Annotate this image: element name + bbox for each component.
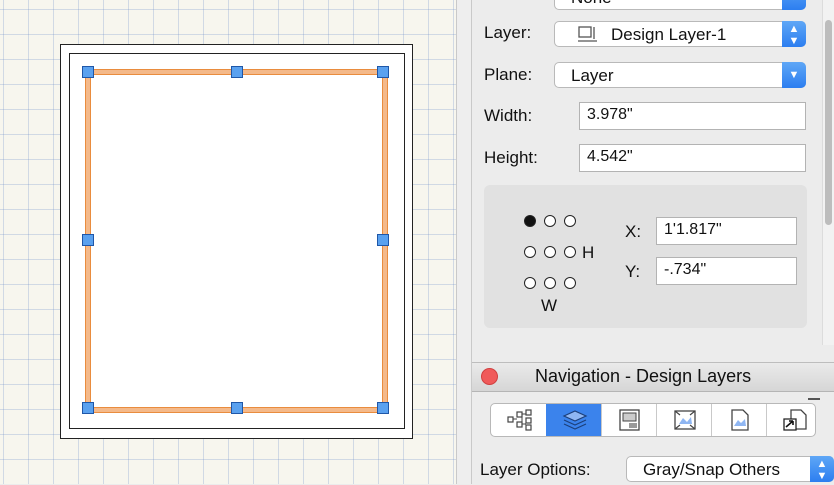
navigation-title-bar[interactable]: Navigation - Design Layers <box>472 363 834 392</box>
classes-icon[interactable] <box>491 404 547 436</box>
layer-options-value: Gray/Snap Others <box>643 460 781 479</box>
layer-label: Layer: <box>484 23 532 42</box>
y-field[interactable]: -.734" <box>656 257 797 285</box>
chevron-down-icon: ▼ <box>782 0 806 10</box>
ref-point-top-left[interactable] <box>524 215 536 227</box>
layer-options-popup[interactable]: Gray/Snap Others ▲ ▼ <box>626 456 834 482</box>
panel-divider[interactable] <box>456 0 472 484</box>
object-info-scrollbar[interactable] <box>822 0 834 345</box>
navigation-title: Navigation - Design Layers <box>535 366 752 386</box>
plane-label: Plane: <box>484 65 533 84</box>
x-field[interactable]: 1'1.817" <box>656 217 797 245</box>
object-info-panel: None ▼ Layer: Design Layer-1 ▲▼ Plane: L… <box>472 0 822 345</box>
x-label: X: <box>625 222 642 241</box>
handle-middle-right[interactable] <box>377 234 389 246</box>
navigation-tabs <box>490 403 816 437</box>
width-field[interactable]: 3.978" <box>579 102 806 130</box>
handle-top-middle[interactable] <box>231 66 243 78</box>
height-field[interactable]: 4.542" <box>579 144 806 172</box>
ref-point-bottom-center[interactable] <box>544 277 556 289</box>
chevron-down-icon: ▼ <box>782 62 806 88</box>
handle-bottom-left[interactable] <box>82 402 94 414</box>
updown-arrows-icon: ▲ ▼ <box>810 456 834 482</box>
handle-bottom-right[interactable] <box>377 402 389 414</box>
plane-popup-value: Layer <box>571 66 614 85</box>
layer-popup-value: Design Layer-1 <box>611 25 727 44</box>
layer-popup[interactable]: Design Layer-1 ▲ ▼ <box>554 21 806 47</box>
handle-top-left[interactable] <box>82 66 94 78</box>
navigation-palette: Navigation - Design Layers Layer Options… <box>472 362 834 485</box>
ref-point-top-center[interactable] <box>544 215 556 227</box>
class-popup-value: None <box>571 0 612 8</box>
layer-icon <box>577 25 599 48</box>
handle-top-right[interactable] <box>377 66 389 78</box>
ref-point-bottom-right[interactable] <box>564 277 576 289</box>
saved-views-icon[interactable] <box>711 404 767 436</box>
handle-middle-left[interactable] <box>82 234 94 246</box>
references-icon[interactable] <box>766 404 815 436</box>
ref-point-middle-center[interactable] <box>544 246 556 258</box>
handle-bottom-middle[interactable] <box>231 402 243 414</box>
ref-point-middle-right[interactable] <box>564 246 576 258</box>
drawing-canvas[interactable] <box>0 0 456 484</box>
position-box: H W X: 1'1.817" Y: -.734" <box>484 185 807 328</box>
selected-rectangle[interactable] <box>86 70 387 412</box>
close-button[interactable] <box>481 368 498 385</box>
y-label: Y: <box>625 262 641 281</box>
h-label: H <box>582 243 595 262</box>
updown-arrows-icon: ▲ ▼ <box>782 21 806 47</box>
layer-options-label: Layer Options: <box>480 460 591 479</box>
ref-point-top-right[interactable] <box>564 215 576 227</box>
ref-point-middle-left[interactable] <box>524 246 536 258</box>
plane-popup[interactable]: Layer ▼ <box>554 62 806 88</box>
viewports-icon[interactable] <box>656 404 712 436</box>
w-label: W <box>541 296 558 315</box>
design-layers-icon[interactable] <box>546 404 602 436</box>
sheet-layers-icon[interactable] <box>601 404 657 436</box>
width-label: Width: <box>484 106 533 125</box>
scrollbar-thumb[interactable] <box>825 20 832 225</box>
ref-point-bottom-left[interactable] <box>524 277 536 289</box>
class-popup[interactable]: None ▼ <box>554 0 806 10</box>
height-label: Height: <box>484 148 538 167</box>
